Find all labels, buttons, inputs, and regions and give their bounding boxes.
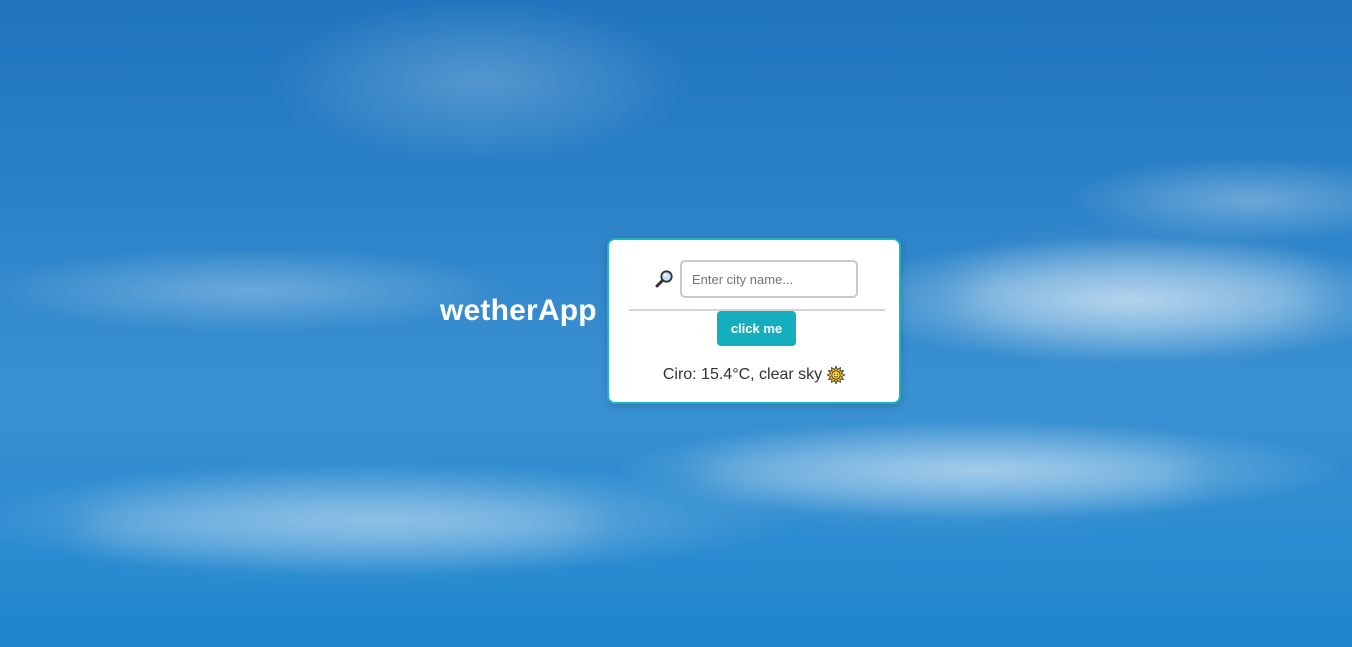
cloud-decoration: [960, 250, 1320, 340]
cloud-decoration: [700, 440, 1200, 510]
search-row: [653, 260, 858, 298]
app-title: wetherApp: [440, 294, 597, 327]
sun-icon: [826, 364, 847, 386]
cloud-decoration: [80, 490, 600, 560]
weather-result-text: Ciro: 15.4°C, clear sky: [662, 366, 823, 383]
weather-card: click me Ciro: 15.4°C, clear sky: [607, 238, 901, 404]
city-search-input[interactable]: [680, 260, 858, 298]
search-button[interactable]: click me: [717, 311, 796, 346]
weather-result: Ciro: 15.4°C, clear sky: [609, 364, 899, 386]
magnifying-glass-icon: [653, 268, 675, 290]
